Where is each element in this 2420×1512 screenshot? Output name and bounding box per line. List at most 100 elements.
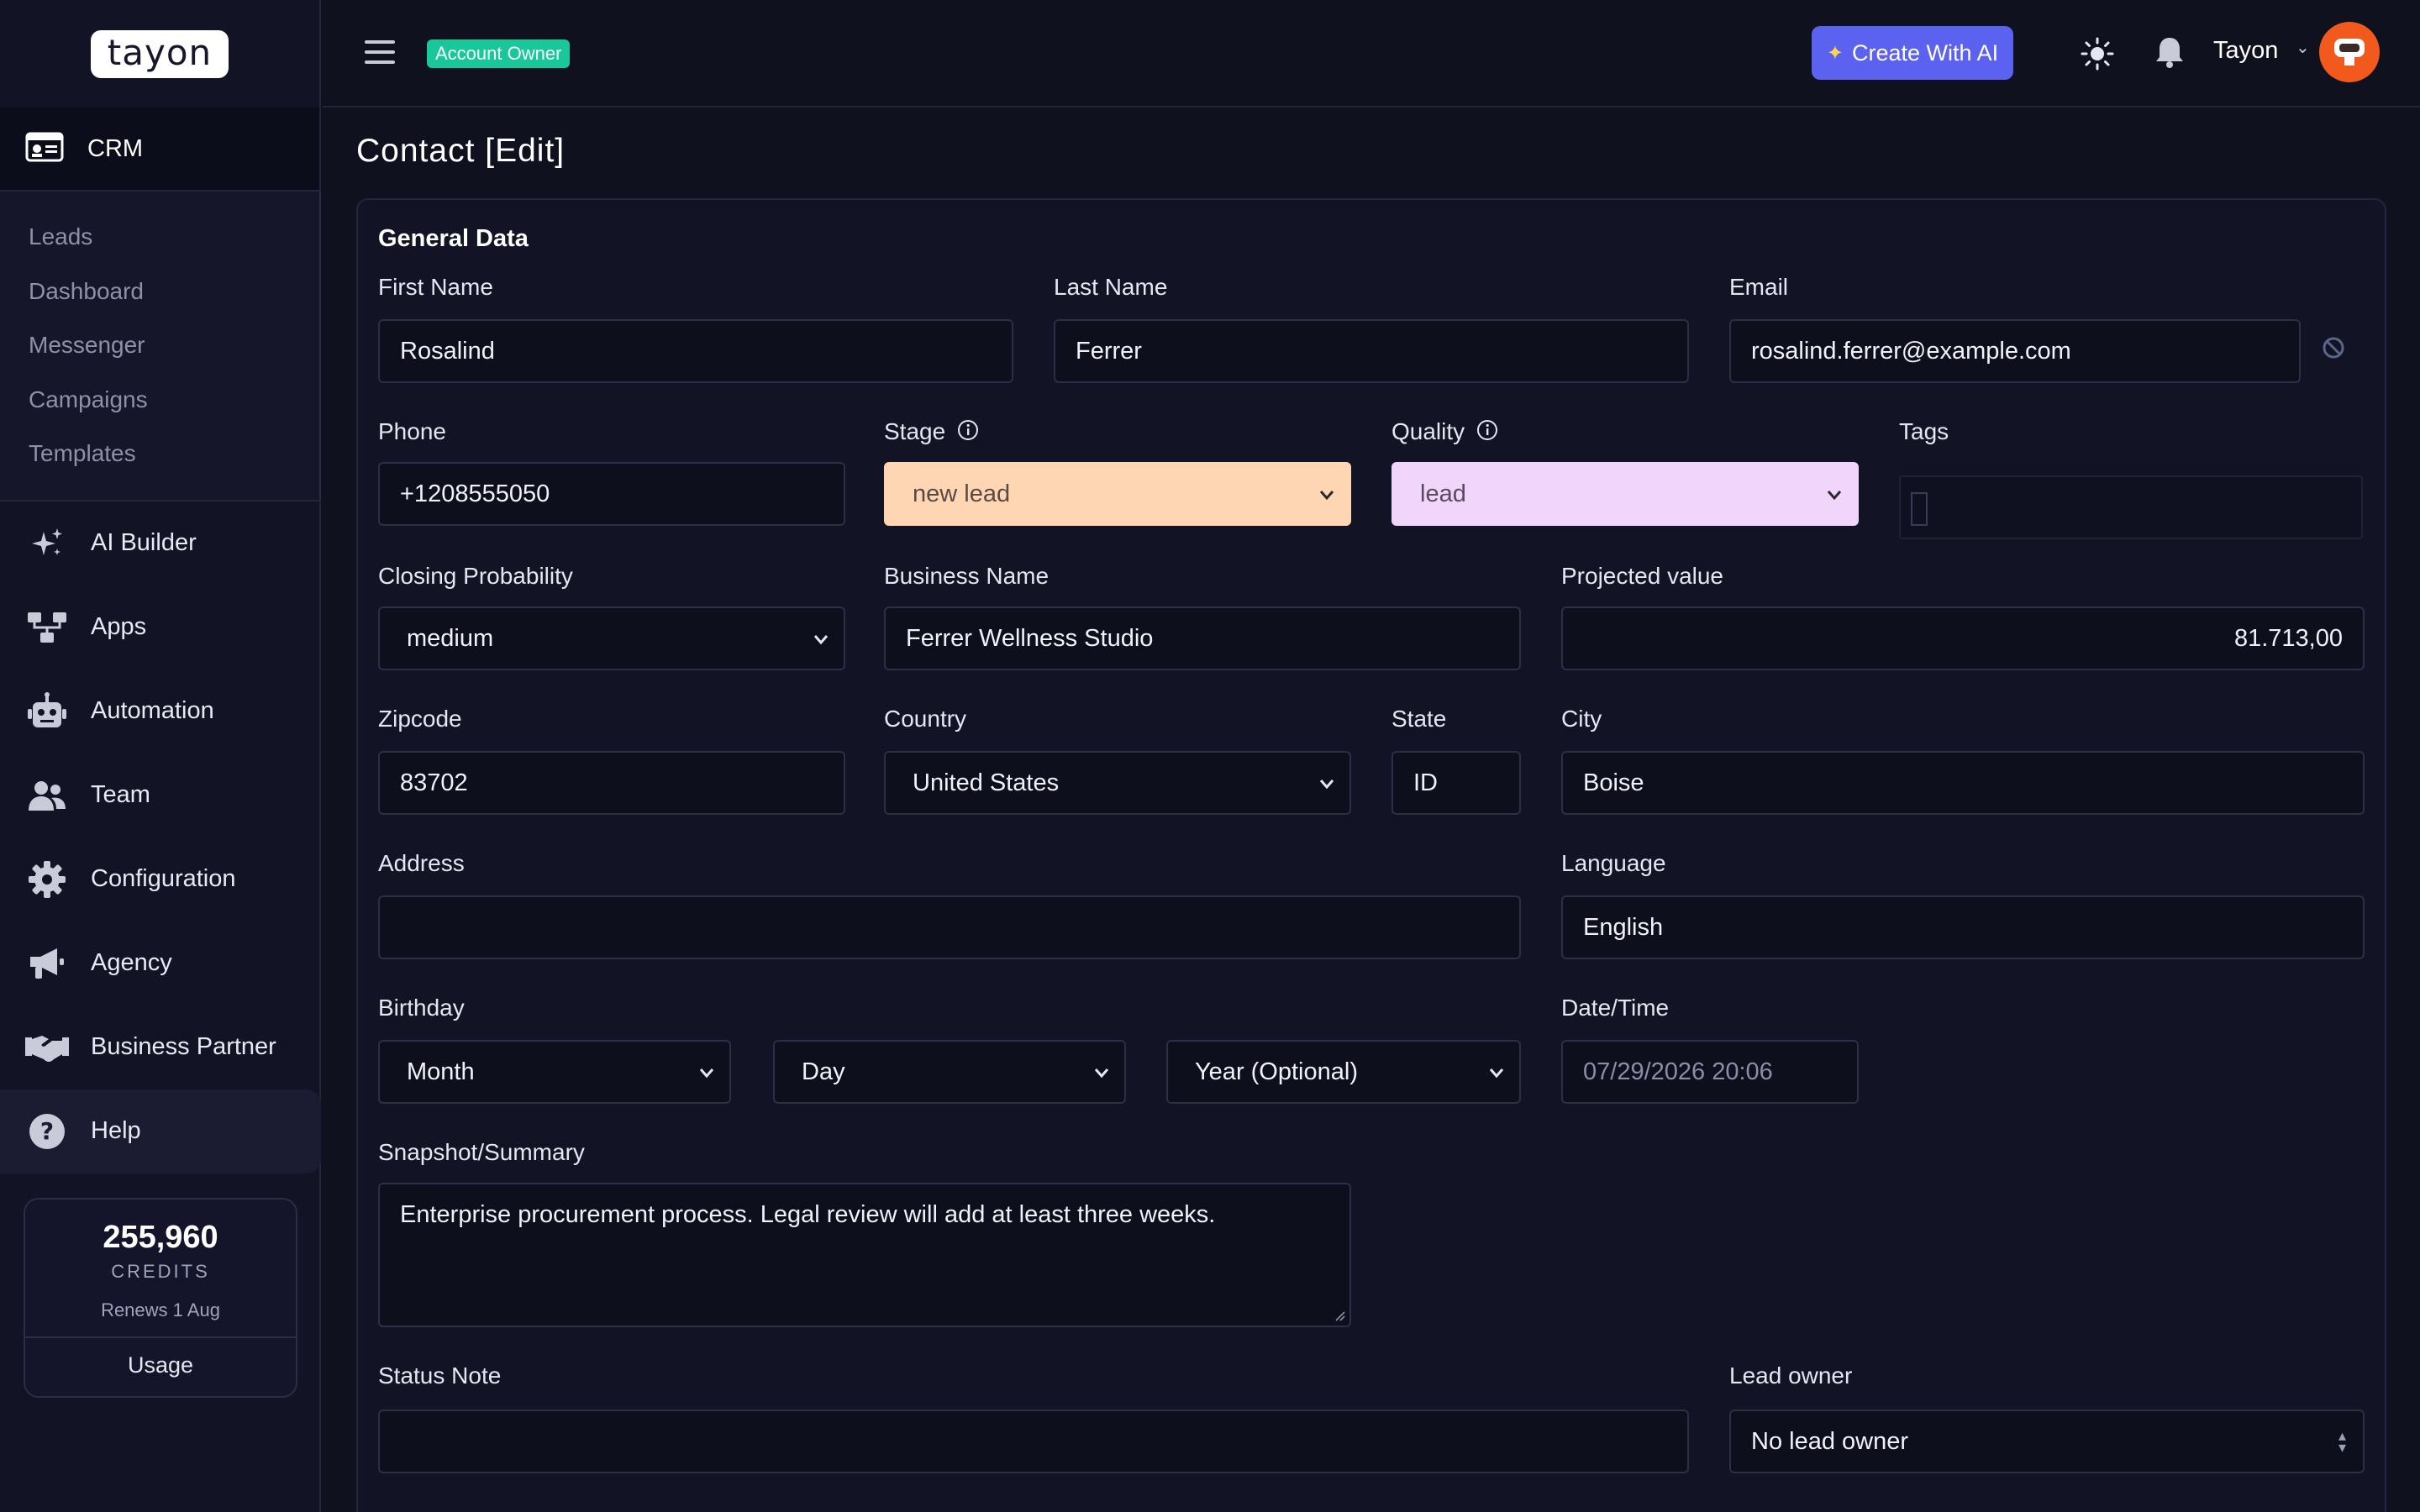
logo-area: tayon — [0, 0, 319, 108]
stage-select[interactable]: new lead — [884, 462, 1351, 526]
stage-label-text: Stage — [884, 418, 946, 444]
stage-label: Stage — [884, 418, 979, 447]
chevron-down-icon — [1319, 780, 1334, 790]
language-field[interactable]: English — [1561, 895, 2365, 959]
email-label: Email — [1729, 274, 1789, 300]
submenu-item-campaigns[interactable]: Campaigns — [0, 373, 319, 428]
phone-field[interactable]: +1208555050 — [378, 462, 845, 526]
quality-label-text: Quality — [1392, 418, 1465, 444]
birthday-month-select[interactable]: Month — [378, 1040, 731, 1104]
quality-label: Quality — [1392, 418, 1498, 447]
user-menu-name[interactable]: Tayon — [2213, 37, 2278, 65]
crm-submenu: Leads Dashboard Messenger Campaigns Temp… — [0, 192, 321, 501]
address-field[interactable] — [378, 895, 1521, 959]
first-name-field[interactable]: Rosalind — [378, 319, 1013, 383]
sidebar-item-label: Agency — [91, 949, 172, 976]
sort-icon: ▴ ▾ — [2338, 1427, 2346, 1456]
status-note-field[interactable] — [378, 1410, 1689, 1473]
quality-select[interactable]: lead — [1392, 462, 1859, 526]
menu-icon[interactable] — [365, 40, 395, 71]
credits-label: CREDITS — [111, 1261, 210, 1282]
submenu-item-messenger[interactable]: Messenger — [0, 318, 319, 373]
bell-icon[interactable] — [2154, 35, 2185, 73]
credits-card: 255,960 CREDITS Renews 1 Aug Usage — [24, 1198, 297, 1398]
create-with-ai-button[interactable]: ✦ Create With AI — [1812, 26, 2013, 80]
sidebar-item-automation[interactable]: Automation — [0, 669, 319, 753]
quality-value: lead — [1420, 480, 1466, 507]
credits-amount: 255,960 — [103, 1220, 218, 1255]
summary-textarea[interactable]: Enterprise procurement process. Legal re… — [378, 1183, 1351, 1327]
topbar: Account Owner ✦ Create With AI Tayon ⌄ — [323, 0, 2420, 108]
sidebar-item-business-partner[interactable]: Business Partner — [0, 1005, 319, 1089]
business-name-label: Business Name — [884, 563, 1050, 589]
resize-handle-icon[interactable] — [1333, 1309, 1346, 1322]
birthday-month-value: Month — [407, 1058, 475, 1085]
sidebar-item-label: Team — [91, 781, 150, 808]
usage-button[interactable]: Usage — [25, 1338, 296, 1392]
megaphone-icon — [25, 942, 69, 985]
sidebar-item-label: AI Builder — [91, 529, 197, 556]
country-value: United States — [913, 769, 1060, 796]
email-field[interactable]: rosalind.ferrer@example.com — [1729, 319, 2301, 383]
sidebar-item-label: Automation — [91, 697, 214, 724]
city-field[interactable]: Boise — [1561, 751, 2365, 815]
sidebar-item-team[interactable]: Team — [0, 753, 319, 837]
chevron-down-icon — [813, 635, 829, 645]
info-icon[interactable] — [957, 419, 979, 447]
create-with-ai-label: Create With AI — [1852, 39, 1999, 66]
sidebar-section-label: CRM — [87, 134, 144, 162]
chevron-down-icon — [699, 1068, 714, 1079]
datetime-field[interactable]: 07/29/2026 20:06 — [1561, 1040, 1859, 1104]
lead-owner-select[interactable]: No lead owner ▴ ▾ — [1729, 1410, 2365, 1473]
ban-icon[interactable] — [2321, 335, 2346, 365]
chevron-down-icon[interactable]: ⌄ — [2296, 37, 2310, 58]
closing-probability-value: medium — [407, 624, 494, 652]
birthday-year-select[interactable]: Year (Optional) — [1166, 1040, 1521, 1104]
birthday-day-select[interactable]: Day — [773, 1040, 1126, 1104]
theme-toggle-icon[interactable] — [2081, 37, 2114, 75]
gear-icon — [25, 858, 69, 901]
sidebar-item-ai-builder[interactable]: AI Builder — [0, 501, 319, 585]
summary-text: Enterprise procurement process. Legal re… — [400, 1201, 1216, 1228]
sidebar: tayon CRM Leads Dashboard Messenger Camp… — [0, 0, 321, 1512]
credits-renewal: Renews 1 Aug — [101, 1299, 220, 1320]
section-title: General Data — [378, 225, 529, 252]
last-name-field[interactable]: Ferrer — [1054, 319, 1689, 383]
sidebar-item-configuration[interactable]: Configuration — [0, 837, 319, 921]
submenu-item-leads[interactable]: Leads — [0, 210, 319, 265]
sidebar-section-crm[interactable]: CRM — [0, 108, 319, 192]
business-name-field[interactable]: Ferrer Wellness Studio — [884, 606, 1521, 670]
birthday-label: Birthday — [378, 995, 465, 1021]
tags-input[interactable] — [1899, 475, 2363, 539]
chevron-down-icon — [1094, 1068, 1109, 1079]
robot-icon — [25, 690, 69, 733]
sidebar-item-agency[interactable]: Agency — [0, 921, 319, 1005]
country-select[interactable]: United States — [884, 751, 1351, 815]
page-title: Contact [Edit] — [356, 133, 566, 169]
sidebar-item-help[interactable]: ? Help — [0, 1089, 321, 1173]
info-icon[interactable] — [1476, 419, 1498, 447]
svg-text:?: ? — [40, 1117, 54, 1145]
sidebar-item-label: Help — [91, 1117, 141, 1144]
projected-value-label: Projected value — [1561, 563, 1724, 589]
sitemap-icon — [25, 606, 69, 649]
language-label: Language — [1561, 850, 1666, 876]
sidebar-item-label: Configuration — [91, 865, 236, 892]
state-label: State — [1392, 706, 1447, 732]
sidebar-item-label: Apps — [91, 613, 147, 640]
role-badge: Account Owner — [427, 39, 571, 68]
sidebar-item-apps[interactable]: Apps — [0, 585, 319, 669]
state-field[interactable]: ID — [1392, 751, 1521, 815]
submenu-item-dashboard[interactable]: Dashboard — [0, 265, 319, 319]
first-name-label: First Name — [378, 274, 493, 300]
avatar[interactable] — [2319, 22, 2380, 82]
projected-value-field[interactable]: 81.713,00 — [1561, 606, 2365, 670]
sparkles-icon: ✦ — [1826, 41, 1844, 65]
logo[interactable]: tayon — [90, 29, 229, 78]
lead-owner-value: No lead owner — [1751, 1427, 1908, 1455]
question-circle-icon: ? — [25, 1110, 69, 1153]
users-icon — [25, 774, 69, 817]
submenu-item-templates[interactable]: Templates — [0, 427, 319, 481]
zipcode-field[interactable]: 83702 — [378, 751, 845, 815]
closing-probability-select[interactable]: medium — [378, 606, 845, 670]
